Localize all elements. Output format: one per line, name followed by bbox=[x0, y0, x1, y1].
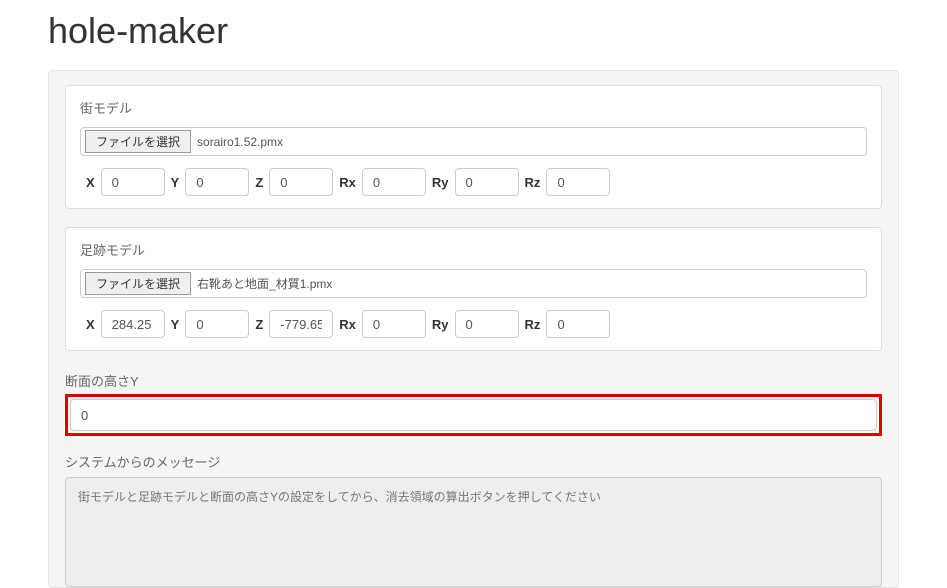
city-model-file-name: sorairo1.52.pmx bbox=[197, 132, 283, 152]
footprint-z-input[interactable] bbox=[269, 310, 333, 338]
label-rx: Rx bbox=[333, 175, 362, 190]
city-model-title: 街モデル bbox=[80, 98, 867, 117]
section-height-label: 断面の高さY bbox=[65, 369, 882, 390]
label-x: X bbox=[80, 317, 101, 332]
page-title: hole-maker bbox=[48, 10, 899, 52]
label-rx: Rx bbox=[333, 317, 362, 332]
footprint-model-file-button[interactable]: ファイルを選択 bbox=[85, 272, 191, 295]
form-area: 街モデル ファイルを選択 sorairo1.52.pmx X Y Z Rx Ry… bbox=[48, 70, 899, 588]
label-x: X bbox=[80, 175, 101, 190]
label-z: Z bbox=[249, 317, 269, 332]
city-model-file-button[interactable]: ファイルを選択 bbox=[85, 130, 191, 153]
label-ry: Ry bbox=[426, 317, 455, 332]
city-rx-input[interactable] bbox=[362, 168, 426, 196]
city-rz-input[interactable] bbox=[546, 168, 610, 196]
label-y: Y bbox=[165, 317, 186, 332]
label-rz: Rz bbox=[519, 175, 547, 190]
footprint-model-coords: X Y Z Rx Ry Rz bbox=[80, 310, 867, 338]
footprint-model-file-name: 右靴あと地面_材質1.pmx bbox=[197, 272, 332, 295]
label-rz: Rz bbox=[519, 317, 547, 332]
footprint-model-title: 足跡モデル bbox=[80, 240, 867, 259]
footprint-x-input[interactable] bbox=[101, 310, 165, 338]
footprint-model-panel: 足跡モデル ファイルを選択 右靴あと地面_材質1.pmx X Y Z Rx Ry… bbox=[65, 227, 882, 351]
city-model-coords: X Y Z Rx Ry Rz bbox=[80, 168, 867, 196]
section-height-input[interactable] bbox=[70, 399, 877, 431]
city-y-input[interactable] bbox=[185, 168, 249, 196]
system-messages-area: 街モデルと足跡モデルと断面の高さYの設定をしてから、消去領域の算出ボタンを押して… bbox=[65, 477, 882, 587]
footprint-y-input[interactable] bbox=[185, 310, 249, 338]
city-model-panel: 街モデル ファイルを選択 sorairo1.52.pmx X Y Z Rx Ry… bbox=[65, 85, 882, 209]
footprint-model-file-row: ファイルを選択 右靴あと地面_材質1.pmx bbox=[80, 269, 867, 298]
label-ry: Ry bbox=[426, 175, 455, 190]
footprint-rz-input[interactable] bbox=[546, 310, 610, 338]
section-height-highlight bbox=[65, 394, 882, 436]
city-ry-input[interactable] bbox=[455, 168, 519, 196]
city-x-input[interactable] bbox=[101, 168, 165, 196]
label-z: Z bbox=[249, 175, 269, 190]
system-message-text: 街モデルと足跡モデルと断面の高さYの設定をしてから、消去領域の算出ボタンを押して… bbox=[78, 490, 601, 504]
label-y: Y bbox=[165, 175, 186, 190]
footprint-rx-input[interactable] bbox=[362, 310, 426, 338]
footprint-ry-input[interactable] bbox=[455, 310, 519, 338]
system-messages-label: システムからのメッセージ bbox=[65, 450, 882, 471]
city-z-input[interactable] bbox=[269, 168, 333, 196]
city-model-file-row: ファイルを選択 sorairo1.52.pmx bbox=[80, 127, 867, 156]
